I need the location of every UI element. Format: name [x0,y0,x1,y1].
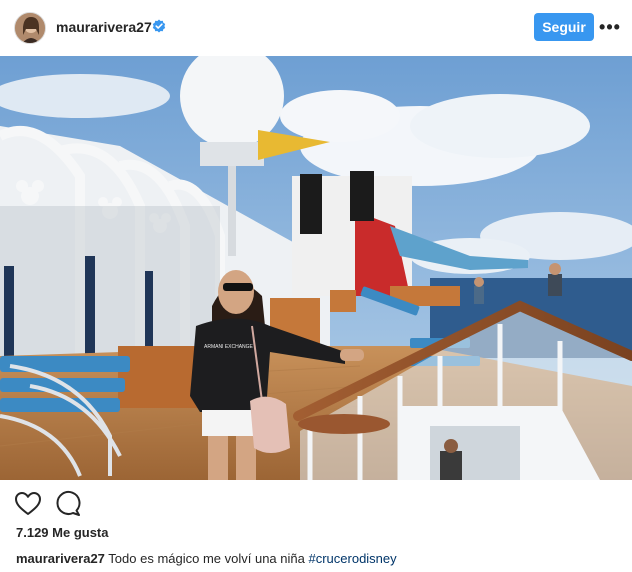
avatar[interactable] [14,12,46,44]
caption-username[interactable]: maurarivera27 [16,551,105,566]
shirt-print: ARMANI EXCHANGE [204,344,254,350]
more-options-icon[interactable]: ••• [598,14,622,40]
caption-hashtag[interactable]: #crucerodisney [308,551,396,566]
likes-count[interactable]: 7.129 Me gusta [16,525,109,540]
heart-icon[interactable] [14,490,42,518]
post-username[interactable]: maurarivera27 [56,19,152,35]
caption-text: Todo es mágico me volví una niña [108,551,305,566]
post-actions [0,486,632,522]
post-header: maurarivera27 Seguir ••• [0,0,632,56]
comment-icon[interactable] [54,490,82,518]
follow-button[interactable]: Seguir [534,13,594,41]
post-photo[interactable]: ARMANI EXCHANGE [0,56,632,480]
post-caption: maurarivera27 Todo es mágico me volví un… [16,551,397,566]
verified-badge-icon [152,19,166,33]
